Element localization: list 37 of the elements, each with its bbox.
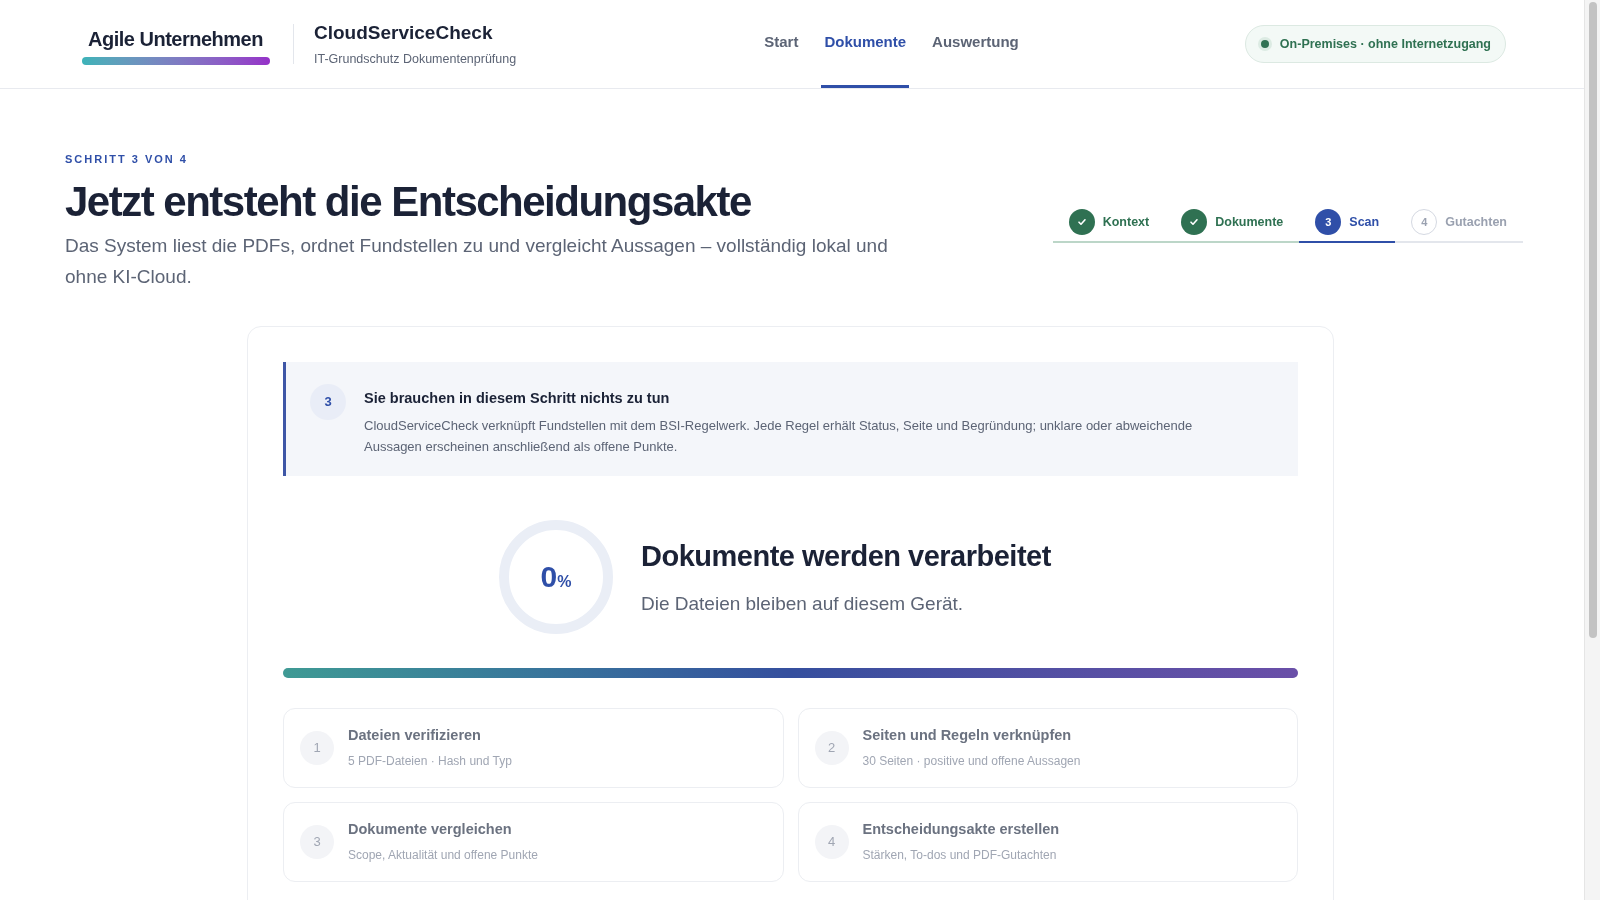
task-title: Dokumente vergleichen (348, 819, 513, 839)
status-label: On-Premises · ohne Internetzugang (1279, 35, 1491, 53)
task-number: 1 (300, 730, 334, 765)
task-number: 4 (814, 824, 849, 859)
scrollbar[interactable] (1584, 0, 1600, 900)
status-dot-icon (1257, 37, 1272, 51)
check-icon (1076, 217, 1087, 227)
check-icon (1189, 217, 1200, 227)
task-number: 2 (814, 730, 849, 765)
progress-title: Dokumente werden verarbeitet (641, 538, 1051, 574)
progress-percent: 0% (540, 559, 572, 595)
brand-logo-text: Agile Unternehmen (88, 26, 263, 52)
notice-number: 3 (310, 383, 346, 420)
task-detail: Stärken, To-dos und PDF-Gutachten (862, 847, 1058, 865)
step-eyebrow: SCHRITT 3 VON 4 (65, 152, 189, 167)
task-title: Dateien verifizieren (348, 725, 482, 745)
progress-subtitle: Die Dateien bleiben auf diesem Gerät. (641, 592, 965, 616)
notice-title: Sie brauchen in diesem Schritt nichts zu tun (364, 388, 671, 408)
nav-tab[interactable]: Auswertung (929, 0, 1022, 88)
task-detail: 30 Seiten · positive und offene Aussagen (862, 753, 1081, 771)
step-number: 3 (1315, 209, 1342, 235)
notice-text: CloudServiceCheck verknüpft Fundstellen mit dem BSI-Regelwerk. Jede Regel erhält Status, Seite und Begründung; unklare oder abweichende Aussagen erscheinen anschließend als offene Punkte. (364, 417, 1194, 457)
app-title: CloudServiceCheck (314, 21, 494, 46)
task-title: Entscheidungsakte erstellen (862, 819, 1060, 839)
nav-tab[interactable]: Start (761, 0, 802, 88)
page-lead: Das System liest die PDFs, ordnet Fundstellen zu und vergleicht Aussagen – vollständig lokal und ohne KI-Cloud. (65, 233, 889, 289)
step-label: Dokumente (1215, 213, 1284, 231)
step-label: Gutachten (1445, 213, 1507, 231)
app-subtitle: IT-Grundschutz Dokumentenprüfung (314, 50, 517, 68)
task-title: Seiten und Regeln verknüpfen (862, 725, 1073, 745)
task-detail: 5 PDF-Dateien · Hash und Typ (348, 753, 512, 771)
task-detail: Scope, Aktualität und offene Punkte (348, 847, 538, 865)
nav-tab[interactable]: Dokumente (821, 0, 910, 88)
step-label: Kontext (1102, 213, 1150, 231)
task-number: 3 (300, 824, 334, 859)
step-label: Scan (1349, 213, 1380, 231)
page-title: Jetzt entsteht die Entscheidungsakte (65, 176, 752, 227)
